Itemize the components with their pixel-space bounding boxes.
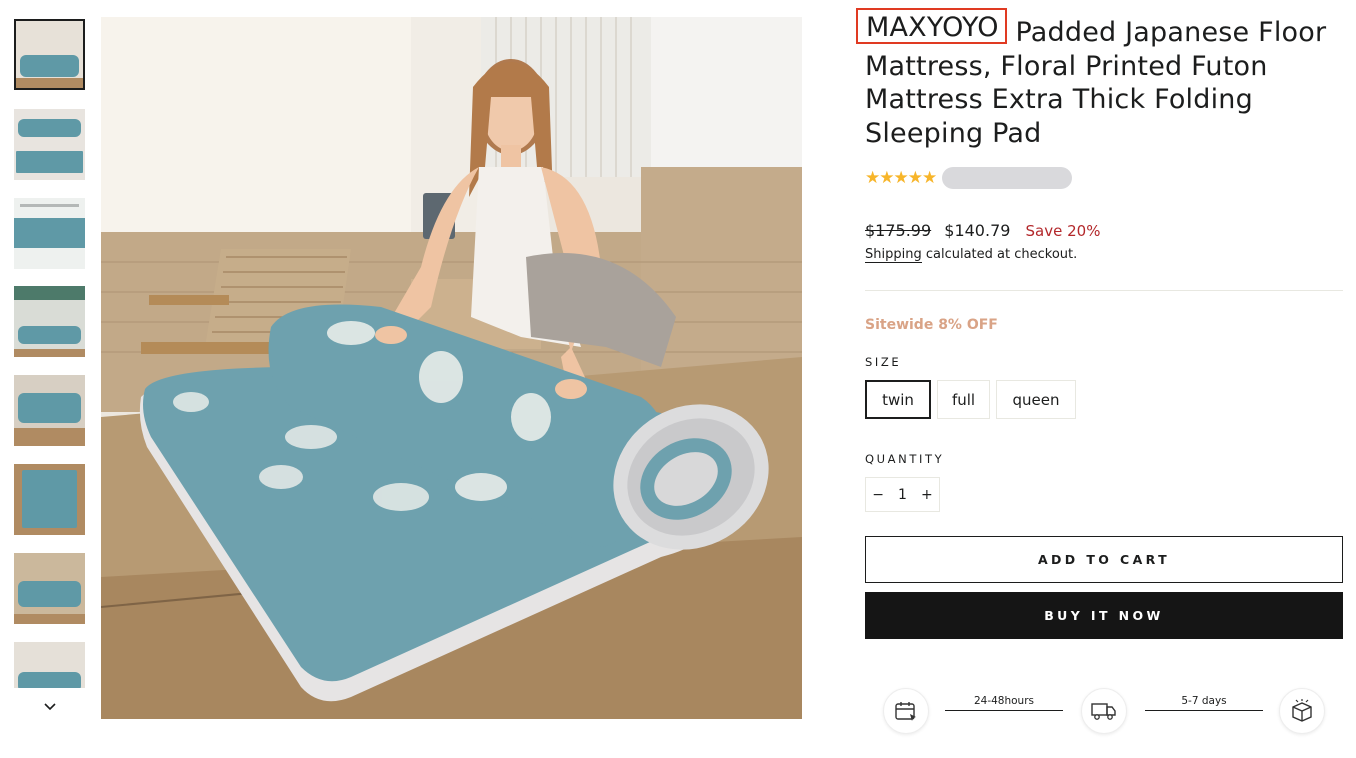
review-count-placeholder	[942, 167, 1073, 189]
delivery-segment-1: 24-48hours	[945, 695, 1063, 711]
quantity-minus-button[interactable]: −	[866, 487, 890, 503]
thumbnail-7[interactable]	[14, 553, 85, 624]
product-info: MAXYOYO Padded Japanese Floor Mattress, …	[856, 8, 1343, 734]
divider	[865, 290, 1343, 291]
thumbnail-strip	[13, 18, 87, 688]
size-selector: twin full queen	[865, 380, 1076, 419]
shipping-note: Shipping calculated at checkout.	[865, 247, 1078, 263]
compare-at-price: $175.99	[865, 221, 932, 240]
shipping-time: 5-7 days	[1181, 695, 1227, 707]
size-option-full[interactable]: full	[937, 380, 990, 419]
buy-now-button[interactable]: BUY IT NOW	[865, 592, 1343, 639]
size-option-twin[interactable]: twin	[865, 380, 931, 419]
star-rating-icon: ★★★★★	[865, 168, 937, 188]
promo-text: Sitewide 8% OFF	[865, 317, 998, 333]
thumbnail-2[interactable]	[14, 109, 85, 180]
thumbnail-3[interactable]	[14, 198, 85, 269]
package-icon	[1279, 688, 1325, 734]
thumbnail-6[interactable]	[14, 464, 85, 535]
chevron-down-icon[interactable]	[42, 700, 58, 714]
quantity-plus-button[interactable]: +	[915, 487, 939, 503]
sale-price: $140.79	[944, 221, 1011, 240]
brand-name: MAXYOYO	[866, 12, 999, 43]
thumbnail-8[interactable]	[14, 642, 85, 688]
truck-icon	[1081, 688, 1127, 734]
processing-time: 24-48hours	[973, 695, 1035, 707]
add-to-cart-button[interactable]: ADD TO CART	[865, 536, 1343, 583]
thumbnail-1[interactable]	[14, 19, 85, 90]
quantity-label: QUANTITY	[865, 452, 945, 466]
quantity-value[interactable]: 1	[890, 487, 914, 503]
delivery-segment-2: 5-7 days	[1145, 695, 1263, 711]
delivery-timeline: 24-48hours 5-7 days	[883, 688, 1325, 738]
rating[interactable]: ★★★★★	[865, 166, 1073, 190]
thumbnail-4[interactable]	[14, 286, 85, 357]
shipping-text: calculated at checkout.	[921, 247, 1078, 262]
shipping-link[interactable]: Shipping	[865, 247, 922, 263]
save-badge: Save 20%	[1025, 222, 1101, 240]
quantity-stepper: − 1 +	[865, 477, 940, 512]
price-block: $175.99 $140.79 Save 20%	[865, 221, 1100, 240]
size-label: SIZE	[865, 355, 902, 369]
product-title: MAXYOYO Padded Japanese Floor Mattress, …	[856, 8, 1343, 150]
size-option-queen[interactable]: queen	[996, 380, 1076, 419]
product-main-image[interactable]	[101, 17, 802, 719]
calendar-icon	[883, 688, 929, 734]
brand-highlight: MAXYOYO	[856, 8, 1007, 44]
thumbnail-5[interactable]	[14, 375, 85, 446]
